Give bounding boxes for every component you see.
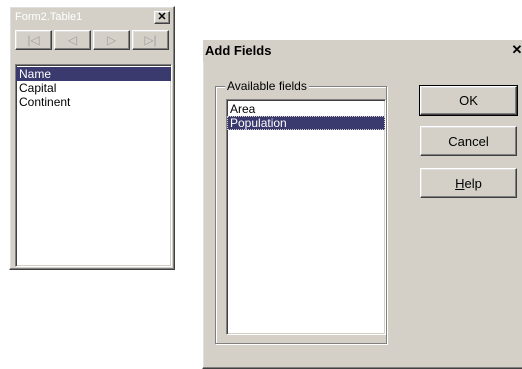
list-item-area[interactable]: Area — [227, 102, 385, 116]
last-record-icon: ▷| — [144, 33, 157, 47]
list-item-name[interactable]: Name — [16, 67, 171, 81]
list-item-population[interactable]: Population — [227, 116, 385, 130]
table-fields-window: Form2.Table1 ✕ |◁ ◁ ▷ ▷| Name Capital Co… — [9, 6, 175, 270]
cancel-button-label: Cancel — [448, 133, 489, 149]
help-button-label: Help — [455, 175, 482, 191]
prior-record-button[interactable]: ◁ — [54, 30, 91, 50]
help-button[interactable]: Help — [420, 168, 517, 198]
list-item-continent[interactable]: Continent — [16, 95, 171, 109]
dialog-title-bar[interactable]: Add Fields — [203, 40, 522, 62]
list-item-capital[interactable]: Capital — [16, 81, 171, 95]
prior-record-icon: ◁ — [67, 33, 78, 47]
record-navigator: |◁ ◁ ▷ ▷| — [15, 30, 172, 50]
first-record-icon: |◁ — [27, 33, 40, 47]
cancel-button[interactable]: Cancel — [420, 126, 517, 156]
available-fields-list[interactable]: Area Population — [226, 99, 386, 335]
table-window-title-bar[interactable]: Form2.Table1 — [13, 10, 171, 25]
dialog-title: Add Fields — [205, 43, 272, 58]
table-window-close-button[interactable]: ✕ — [154, 11, 170, 24]
table-window-title: Form2.Table1 — [15, 11, 83, 23]
close-icon: ✕ — [511, 42, 522, 57]
available-fields-label: Available fields — [225, 79, 309, 93]
next-record-button[interactable]: ▷ — [93, 30, 130, 50]
close-icon: ✕ — [157, 11, 167, 23]
table-field-list[interactable]: Name Capital Continent — [15, 64, 172, 267]
dialog-close-button[interactable]: ✕ — [509, 42, 522, 58]
first-record-button[interactable]: |◁ — [15, 30, 52, 50]
last-record-button[interactable]: ▷| — [132, 30, 169, 50]
next-record-icon: ▷ — [106, 33, 117, 47]
ok-button[interactable]: OK — [419, 85, 518, 116]
ok-button-label: OK — [459, 93, 478, 108]
